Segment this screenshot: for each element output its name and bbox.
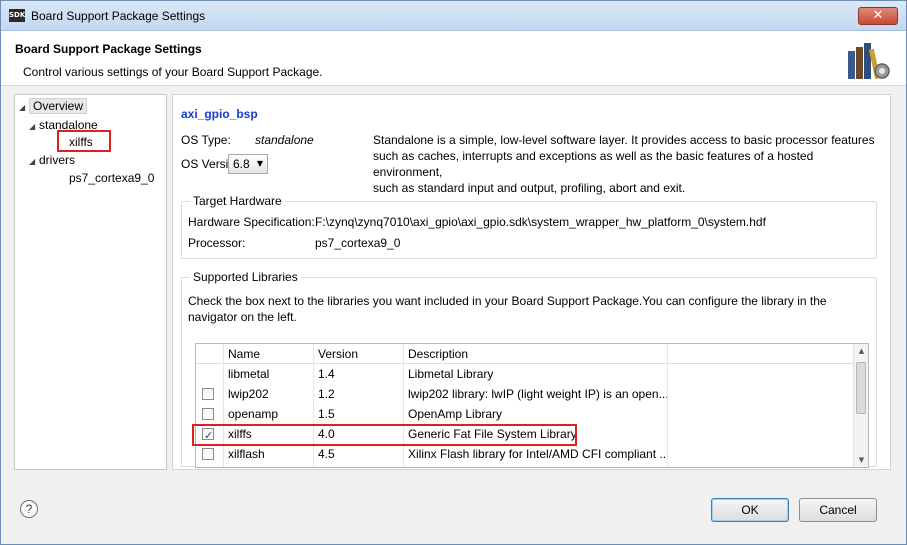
collapse-arrow-icon[interactable]: ◢ [29, 157, 39, 166]
settings-panel: axi_gpio_bsp OS Type: standalone OS Vers… [172, 94, 891, 470]
filler-cell [668, 404, 854, 424]
highlight-box [192, 424, 577, 446]
header-title: Board Support Package Settings [15, 42, 202, 56]
table-row[interactable]: lwip202 1.2 lwip202 library: lwIP (light w… [196, 384, 854, 404]
os-description: Standalone is a simple, low-level softwa… [373, 132, 883, 196]
checkbox-cell [196, 464, 224, 467]
collapse-arrow-icon[interactable]: ◢ [19, 103, 29, 112]
dialog-window: SDK Board Support Package Settings ✕ Boa… [0, 0, 907, 545]
library-description-cell: Libmetal Library [404, 364, 668, 384]
checkbox-cell [196, 384, 224, 404]
hw-spec-value: F:\zynq\zynq7010\axi_gpio\axi_gpio.sdk\s… [315, 215, 766, 229]
ok-button[interactable]: OK [711, 498, 789, 522]
dropdown-arrow-icon: ▼ [256, 159, 263, 168]
table-row[interactable]: xilisf5.12Xilinx In-system and Serial Fl… [196, 464, 854, 467]
library-name-cell: xilflash [224, 444, 314, 464]
close-button[interactable]: ✕ [858, 7, 898, 25]
table-row[interactable]: xilflash 4.5 Xilinx Flash library for Inte… [196, 444, 854, 464]
scrollbar-thumb[interactable] [856, 362, 866, 414]
library-name-cell: libmetal [224, 364, 314, 384]
library-description-cell: OpenAmp Library [404, 404, 668, 424]
table-row[interactable]: openamp 1.5 OpenAmp Library [196, 404, 854, 424]
libraries-instructions-line: navigator on the left. [188, 310, 297, 324]
bsp-name: axi_gpio_bsp [181, 107, 258, 121]
os-type-label: OS Type: [181, 133, 231, 147]
filler-cell [668, 464, 854, 467]
books-gear-icon [848, 43, 890, 80]
os-type-value: standalone [255, 133, 314, 147]
sdk-app-icon: SDK [9, 9, 25, 22]
title-bar: SDK Board Support Package Settings ✕ [1, 1, 906, 31]
scroll-down-arrow-icon[interactable]: ▼ [854, 453, 868, 467]
libraries-instructions-line: Check the box next to the libraries you … [188, 294, 827, 308]
cancel-button[interactable]: Cancel [799, 498, 877, 522]
processor-label: Processor: [188, 236, 246, 250]
column-header-filler [668, 344, 854, 364]
scroll-up-arrow-icon[interactable]: ▲ [854, 344, 868, 358]
libraries-table: Name Version Description libmetal 1.4 Libm… [195, 343, 869, 468]
table-scrollbar[interactable]: ▲ ▼ [853, 344, 868, 467]
target-hardware-title: Target Hardware [190, 194, 285, 208]
dialog-header: Board Support Package Settings Control v… [1, 31, 906, 86]
collapse-arrow-icon[interactable]: ◢ [29, 122, 39, 131]
table-header-row: Name Version Description [196, 344, 854, 364]
library-version-cell: 1.4 [314, 364, 404, 384]
supported-libraries-title: Supported Libraries [190, 270, 301, 284]
filler-cell [668, 424, 854, 444]
window-title: Board Support Package Settings [31, 9, 206, 23]
os-version-select[interactable]: 6.8 ▼ [228, 154, 268, 174]
column-header-description[interactable]: Description [404, 344, 668, 364]
tree-item-ps7-label: ps7_cortexa9_0 [69, 171, 155, 185]
highlight-box [57, 130, 111, 152]
processor-value: ps7_cortexa9_0 [315, 236, 401, 250]
library-version-cell: 5.12 [314, 464, 404, 467]
checkbox-column-header [196, 344, 224, 364]
checkbox-cell [196, 444, 224, 464]
table-row[interactable]: libmetal 1.4 Libmetal Library [196, 364, 854, 384]
library-checkbox[interactable] [202, 448, 214, 460]
os-description-line: such as caches, interrupts and exception… [373, 149, 814, 179]
os-version-value: 6.8 [233, 157, 250, 171]
tree-item-overview-label: Overview [29, 98, 88, 114]
library-name-cell: xilisf [224, 464, 314, 467]
tree-item-ps7-cortexa9[interactable]: ps7_cortexa9_0 [69, 171, 154, 185]
library-version-cell: 4.5 [314, 444, 404, 464]
header-description: Control various settings of your Board S… [23, 65, 323, 79]
target-hardware-group: Target Hardware Hardware Specification: … [181, 194, 877, 259]
column-header-name[interactable]: Name [224, 344, 314, 364]
library-checkbox[interactable] [202, 408, 214, 420]
library-checkbox[interactable] [202, 388, 214, 400]
checkbox-cell [196, 364, 224, 384]
library-version-cell: 1.5 [314, 404, 404, 424]
tree-item-drivers[interactable]: ◢ drivers [29, 153, 75, 167]
tree-item-overview[interactable]: ◢ Overview [19, 98, 88, 114]
filler-cell [668, 364, 854, 384]
library-version-cell: 1.2 [314, 384, 404, 404]
tree-item-drivers-label: drivers [39, 153, 76, 167]
library-description-cell: Xilinx In-system and Serial Flash Librar… [404, 464, 668, 467]
help-icon[interactable]: ? [20, 500, 38, 518]
bsp-navigation-tree: ◢ Overview ◢ standalone xilffs ◢ drivers ps… [14, 94, 167, 470]
column-header-version[interactable]: Version [314, 344, 404, 364]
filler-cell [668, 384, 854, 404]
os-description-line: Standalone is a simple, low-level softwa… [373, 133, 875, 147]
filler-cell [668, 444, 854, 464]
library-description-cell: lwip202 library: lwIP (light weight IP) … [404, 384, 668, 404]
library-name-cell: openamp [224, 404, 314, 424]
library-name-cell: lwip202 [224, 384, 314, 404]
checkbox-cell [196, 404, 224, 424]
library-description-cell: Xilinx Flash library for Intel/AMD CFI c… [404, 444, 668, 464]
os-description-line: such as standard input and output, profi… [373, 181, 686, 195]
hw-spec-label: Hardware Specification: [188, 215, 315, 229]
